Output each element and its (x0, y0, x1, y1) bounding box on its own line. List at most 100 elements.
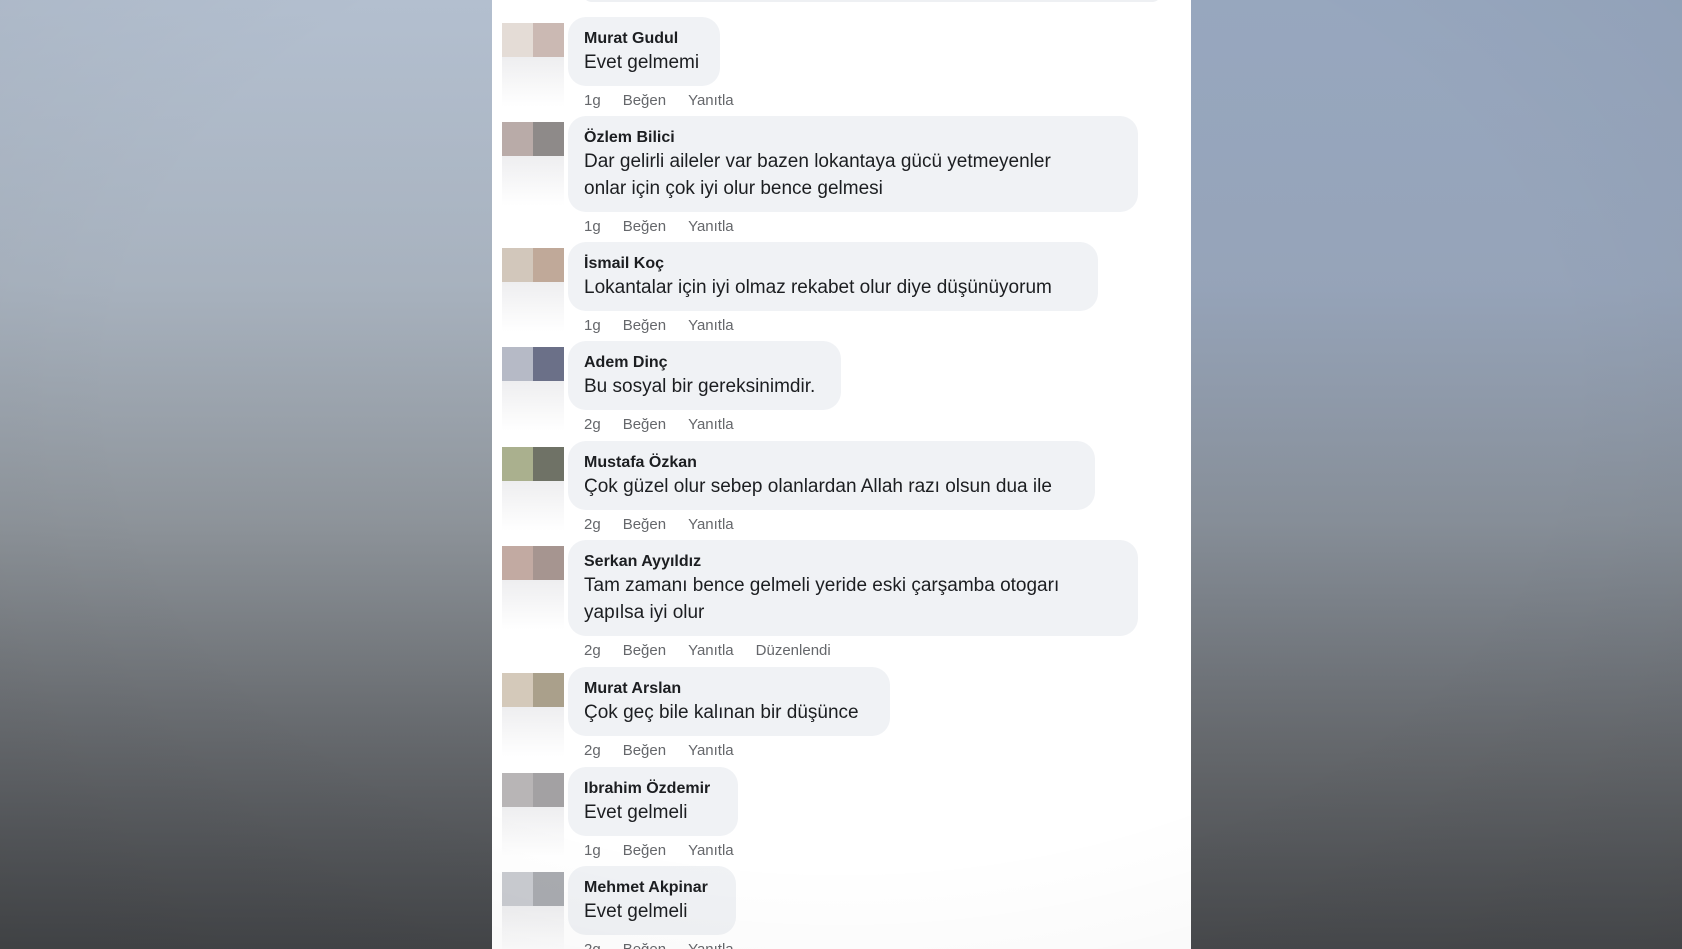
comment-actions: 2g Beğen Yanıtla (584, 742, 734, 759)
comment-text: Evet gelmemi (584, 52, 700, 73)
comment-author[interactable]: Mustafa Özkan (584, 453, 1079, 473)
reply-button[interactable]: Yanıtla (688, 941, 734, 949)
reply-button[interactable]: Yanıtla (688, 642, 734, 659)
avatar-pixel (502, 347, 533, 381)
like-button[interactable]: Beğen (623, 842, 666, 859)
avatar[interactable] (502, 447, 564, 481)
comment-bubble: Serkan Ayyıldız Tam zamanı bence gelmeli … (568, 540, 1138, 636)
avatar[interactable] (502, 773, 564, 807)
comment-time[interactable]: 1g (584, 92, 601, 109)
avatar[interactable] (502, 347, 564, 381)
comment-actions: 2g Beğen Yanıtla Düzenlendi (584, 642, 831, 659)
reply-button[interactable]: Yanıtla (688, 317, 734, 334)
comment-text: yapılsa iyi olur (584, 602, 705, 623)
comment-time[interactable]: 2g (584, 742, 601, 759)
avatar-blur (502, 282, 564, 332)
reply-button[interactable]: Yanıtla (688, 92, 734, 109)
reply-button[interactable]: Yanıtla (688, 416, 734, 433)
comment-actions: 2g Beğen Yanıtla (584, 416, 734, 433)
comment-text: Bu sosyal bir gereksinimdir. (584, 376, 816, 397)
comment-text: Lokantalar için iyi olmaz rekabet olur d… (584, 277, 1052, 298)
avatar[interactable] (502, 546, 564, 580)
avatar-blur (502, 381, 564, 431)
comment-text: Evet gelmeli (584, 802, 688, 823)
comment-author[interactable]: Ibrahim Özdemir (584, 779, 722, 799)
reply-button[interactable]: Yanıtla (688, 742, 734, 759)
comment-author[interactable]: Özlem Bilici (584, 128, 1122, 148)
avatar-pixel (533, 447, 564, 481)
comment-bubble: Özlem Bilici Dar gelirli aileler var baze… (568, 116, 1138, 212)
comment-time[interactable]: 1g (584, 218, 601, 235)
avatar-pixel (502, 23, 533, 57)
comment-bubble: Mustafa Özkan Çok güzel olur sebep olanla… (568, 441, 1095, 510)
background-left (0, 0, 492, 949)
comment-bubble: Adem Dinç Bu sosyal bir gereksinimdir. (568, 341, 841, 410)
avatar-blur (502, 906, 564, 949)
like-button[interactable]: Beğen (623, 92, 666, 109)
comment-time[interactable]: 2g (584, 642, 601, 659)
avatar[interactable] (502, 23, 564, 57)
comment-author[interactable]: Adem Dinç (584, 353, 825, 373)
avatar-blur (502, 580, 564, 630)
comment-text: Evet gelmeli (584, 901, 688, 922)
comment-author[interactable]: Murat Gudul (584, 29, 704, 49)
comment-actions: 1g Beğen Yanıtla (584, 842, 734, 859)
comment-feed[interactable]: Murat Gudul Evet gelmemi 1g Beğen Yanıtla Özl… (492, 0, 1191, 949)
like-button[interactable]: Beğen (623, 516, 666, 533)
like-button[interactable]: Beğen (623, 742, 666, 759)
avatar-pixel (533, 347, 564, 381)
comment-time[interactable]: 2g (584, 516, 601, 533)
avatar-pixel (502, 546, 533, 580)
avatar[interactable] (502, 122, 564, 156)
avatar[interactable] (502, 872, 564, 906)
comment-actions: 2g Beğen Yanıtla (584, 941, 734, 949)
avatar-pixel (533, 248, 564, 282)
avatar-pixel (533, 23, 564, 57)
avatar-blur (502, 57, 564, 107)
avatar-blur (502, 156, 564, 206)
avatar-pixel (502, 773, 533, 807)
comment-actions: 1g Beğen Yanıtla (584, 218, 734, 235)
previous-comment-edge (582, 0, 1162, 2)
comment-actions: 1g Beğen Yanıtla (584, 317, 734, 334)
avatar-pixel (533, 546, 564, 580)
avatar-pixel (502, 673, 533, 707)
comment-time[interactable]: 2g (584, 416, 601, 433)
comment-text: Çok geç bile kalınan bir düşünce (584, 702, 859, 723)
like-button[interactable]: Beğen (623, 416, 666, 433)
comment-author[interactable]: Mehmet Akpinar (584, 878, 720, 898)
comment-actions: 2g Beğen Yanıtla (584, 516, 734, 533)
like-button[interactable]: Beğen (623, 941, 666, 949)
avatar-blur (502, 807, 564, 857)
comment-bubble: İsmail Koç Lokantalar için iyi olmaz reka… (568, 242, 1098, 311)
like-button[interactable]: Beğen (623, 218, 666, 235)
edited-label: Düzenlendi (755, 642, 831, 659)
avatar-pixel (533, 673, 564, 707)
comment-bubble: Ibrahim Özdemir Evet gelmeli (568, 767, 738, 836)
avatar-pixel (502, 122, 533, 156)
avatar[interactable] (502, 248, 564, 282)
avatar-pixel (533, 773, 564, 807)
reply-button[interactable]: Yanıtla (688, 516, 734, 533)
comment-time[interactable]: 2g (584, 941, 601, 949)
comment-author[interactable]: Serkan Ayyıldız (584, 552, 1122, 572)
comment-time[interactable]: 1g (584, 317, 601, 334)
avatar-pixel (502, 447, 533, 481)
like-button[interactable]: Beğen (623, 317, 666, 334)
comment-text: Tam zamanı bence gelmeli yeride eski çar… (584, 575, 1060, 596)
comment-text: onlar için çok iyi olur bence gelmesi (584, 178, 883, 199)
avatar-pixel (533, 872, 564, 906)
comment-time[interactable]: 1g (584, 842, 601, 859)
avatar-pixel (533, 122, 564, 156)
avatar[interactable] (502, 673, 564, 707)
avatar-blur (502, 707, 564, 757)
reply-button[interactable]: Yanıtla (688, 218, 734, 235)
comment-author[interactable]: Murat Arslan (584, 679, 874, 699)
comment-actions: 1g Beğen Yanıtla (584, 92, 734, 109)
avatar-blur (502, 481, 564, 531)
avatar-pixel (502, 248, 533, 282)
reply-button[interactable]: Yanıtla (688, 842, 734, 859)
comment-author[interactable]: İsmail Koç (584, 254, 1082, 274)
comment-bubble: Murat Arslan Çok geç bile kalınan bir düş… (568, 667, 890, 736)
like-button[interactable]: Beğen (623, 642, 666, 659)
